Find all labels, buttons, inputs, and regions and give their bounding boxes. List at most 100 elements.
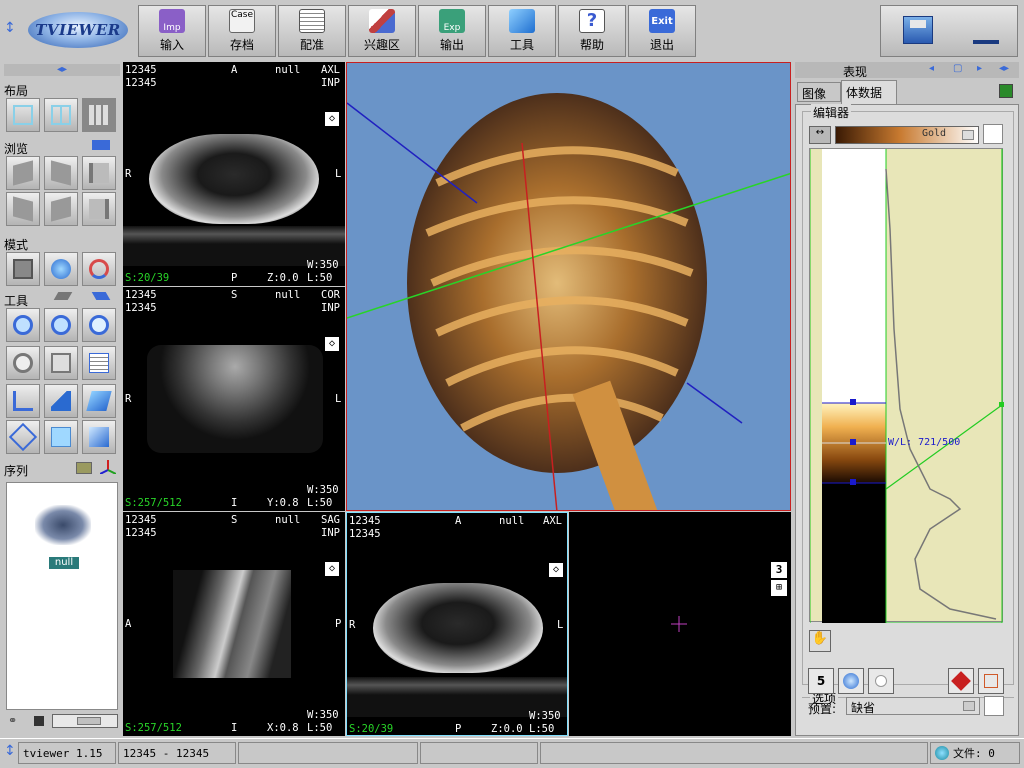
bbox-icon — [984, 674, 998, 688]
minimize-icon[interactable] — [973, 40, 999, 44]
collapse-arrows-icon[interactable]: ◂▸ — [4, 64, 120, 76]
series-thumbnail[interactable] — [35, 505, 91, 545]
dropdown-icon[interactable] — [962, 130, 974, 140]
orientation-bottom: P — [231, 272, 238, 284]
view-plane: AXL — [543, 515, 562, 527]
region-button[interactable] — [6, 420, 40, 454]
panel-settings-icon[interactable] — [999, 84, 1013, 98]
bounding-box-button[interactable] — [978, 668, 1004, 694]
stop-icon[interactable] — [34, 716, 44, 726]
help-button[interactable]: ? 帮助 — [558, 5, 626, 57]
rotate-right-button[interactable] — [6, 192, 40, 226]
series-list[interactable]: null — [6, 482, 118, 710]
shading-icon — [843, 673, 859, 689]
new-document-icon[interactable] — [983, 124, 1003, 144]
ct-axial-image — [373, 583, 543, 673]
center-button[interactable] — [44, 346, 78, 380]
archive-button[interactable]: Case 存档 — [208, 5, 276, 57]
reset-view-icon[interactable]: ◇ — [549, 563, 563, 577]
layout-3x3-button[interactable] — [82, 98, 116, 132]
pencil-icon[interactable] — [53, 292, 73, 300]
register-button[interactable]: 配准 — [278, 5, 346, 57]
layout-count-badge[interactable]: 3 — [771, 562, 787, 578]
light-button[interactable] — [868, 668, 894, 694]
glasses-icon[interactable]: ⚭ — [8, 714, 24, 727]
export-icon: Exp — [439, 9, 465, 33]
zoom-in-button[interactable] — [6, 308, 40, 342]
zoom-out-button[interactable] — [44, 308, 78, 342]
orientation-right: L — [335, 168, 342, 180]
tools-button[interactable]: 工具 — [488, 5, 556, 57]
reset-view-icon[interactable]: ◇ — [325, 112, 339, 126]
browse-toggle-icon[interactable] — [92, 140, 110, 150]
prev-arrow-icon[interactable]: ◂ — [929, 63, 934, 74]
save-preset-icon[interactable] — [984, 696, 1004, 716]
browse-title: 浏览 — [4, 142, 29, 156]
viewport-axial-secondary[interactable]: 12345 12345 A null AXL ◇ R L W:350 S:20/… — [346, 512, 568, 736]
magnifier-button[interactable] — [82, 308, 116, 342]
tab-image[interactable]: 图像 — [797, 82, 841, 102]
fit-button[interactable] — [6, 346, 40, 380]
logo-text: TVIEWER — [35, 21, 121, 39]
colormap-select[interactable]: Gold — [835, 126, 979, 144]
histogram-curve — [810, 149, 1004, 623]
preset-select[interactable]: 缺省 — [846, 697, 980, 715]
next-image-button[interactable] — [82, 192, 116, 226]
viewport-sagittal[interactable]: 12345 12345 S null SAG INP ◇ A P W:350 S… — [123, 512, 345, 736]
layout-1x1-button[interactable] — [6, 98, 40, 132]
drag-handle-icon[interactable]: ↕ — [4, 20, 16, 42]
ct-coronal-image — [147, 345, 323, 453]
panel-header: 表现 ◂ ▢ ▸ ◂▸ — [795, 62, 1019, 79]
series-slider[interactable] — [52, 714, 118, 728]
exit-button[interactable]: Exit 退出 — [628, 5, 696, 57]
reset-view-icon[interactable]: ◇ — [325, 562, 339, 576]
prev-image-button[interactable] — [82, 156, 116, 190]
export-button[interactable]: Exp 输出 — [418, 5, 486, 57]
axis-icon[interactable] — [99, 460, 117, 475]
swap-arrows-icon[interactable]: ◂▸ — [999, 63, 1009, 74]
color-bucket-button[interactable] — [948, 668, 974, 694]
rotate-left-button[interactable] — [6, 156, 40, 190]
drag-handle-icon[interactable]: ↕ — [4, 743, 16, 763]
tools-label: 工具 — [509, 38, 534, 52]
layout-title: 布局 — [4, 84, 29, 98]
box-crop-button[interactable] — [82, 420, 116, 454]
shading-button[interactable] — [838, 668, 864, 694]
pan-hand-icon[interactable]: ✋ — [809, 630, 831, 652]
import-button[interactable]: Imp 输入 — [138, 5, 206, 57]
cube-view-button[interactable] — [44, 420, 78, 454]
transfer-function-editor[interactable]: W/L: 721/500 — [809, 148, 1004, 623]
roi-button[interactable]: 兴趣区 — [348, 5, 416, 57]
import-icon: Imp — [159, 9, 185, 33]
import-label: 输入 — [159, 38, 184, 52]
transfer-mode-button[interactable]: ↔ — [809, 126, 831, 144]
layout-2x2-button[interactable] — [44, 98, 78, 132]
viewport-coronal[interactable]: 12345 12345 S null COR INP ◇ R L W:350 S… — [123, 287, 345, 511]
quality-button[interactable]: 5 — [808, 668, 834, 694]
tab-volume[interactable]: 体数据 — [841, 80, 897, 104]
mirror-button[interactable] — [44, 192, 78, 226]
reset-view-icon[interactable]: ◇ — [325, 337, 339, 351]
window-width: W:350 — [307, 259, 339, 271]
square-icon[interactable]: ▢ — [953, 63, 962, 74]
viewport-volume-render[interactable] — [346, 62, 791, 511]
viewport-axial[interactable]: 12345 12345 A null AXL INP ◇ R L W:350 S… — [123, 62, 345, 286]
viewport-empty[interactable]: 3 ⊞ — [569, 512, 791, 736]
flip-button[interactable] — [44, 156, 78, 190]
dropdown-icon[interactable] — [963, 701, 975, 711]
slice-index: S:257/512 — [125, 722, 182, 734]
mode-3d-head-button[interactable] — [44, 252, 78, 286]
mode-2d-button[interactable] — [6, 252, 40, 286]
axes-button[interactable] — [6, 384, 40, 418]
zoom-tool-icon[interactable]: ⊞ — [771, 580, 787, 596]
notes-button[interactable] — [82, 346, 116, 380]
floppy-disk-icon[interactable] — [903, 16, 933, 44]
arrow-button[interactable] — [44, 384, 78, 418]
arrow-tool-icon[interactable] — [91, 292, 111, 300]
next-arrow-icon[interactable]: ▸ — [977, 63, 982, 74]
cut-plane-button[interactable] — [82, 384, 116, 418]
mode-rotate-button[interactable] — [82, 252, 116, 286]
series-item-label[interactable]: null — [49, 557, 79, 569]
eraser-icon[interactable] — [76, 462, 92, 474]
orientation-left: A — [125, 618, 132, 630]
